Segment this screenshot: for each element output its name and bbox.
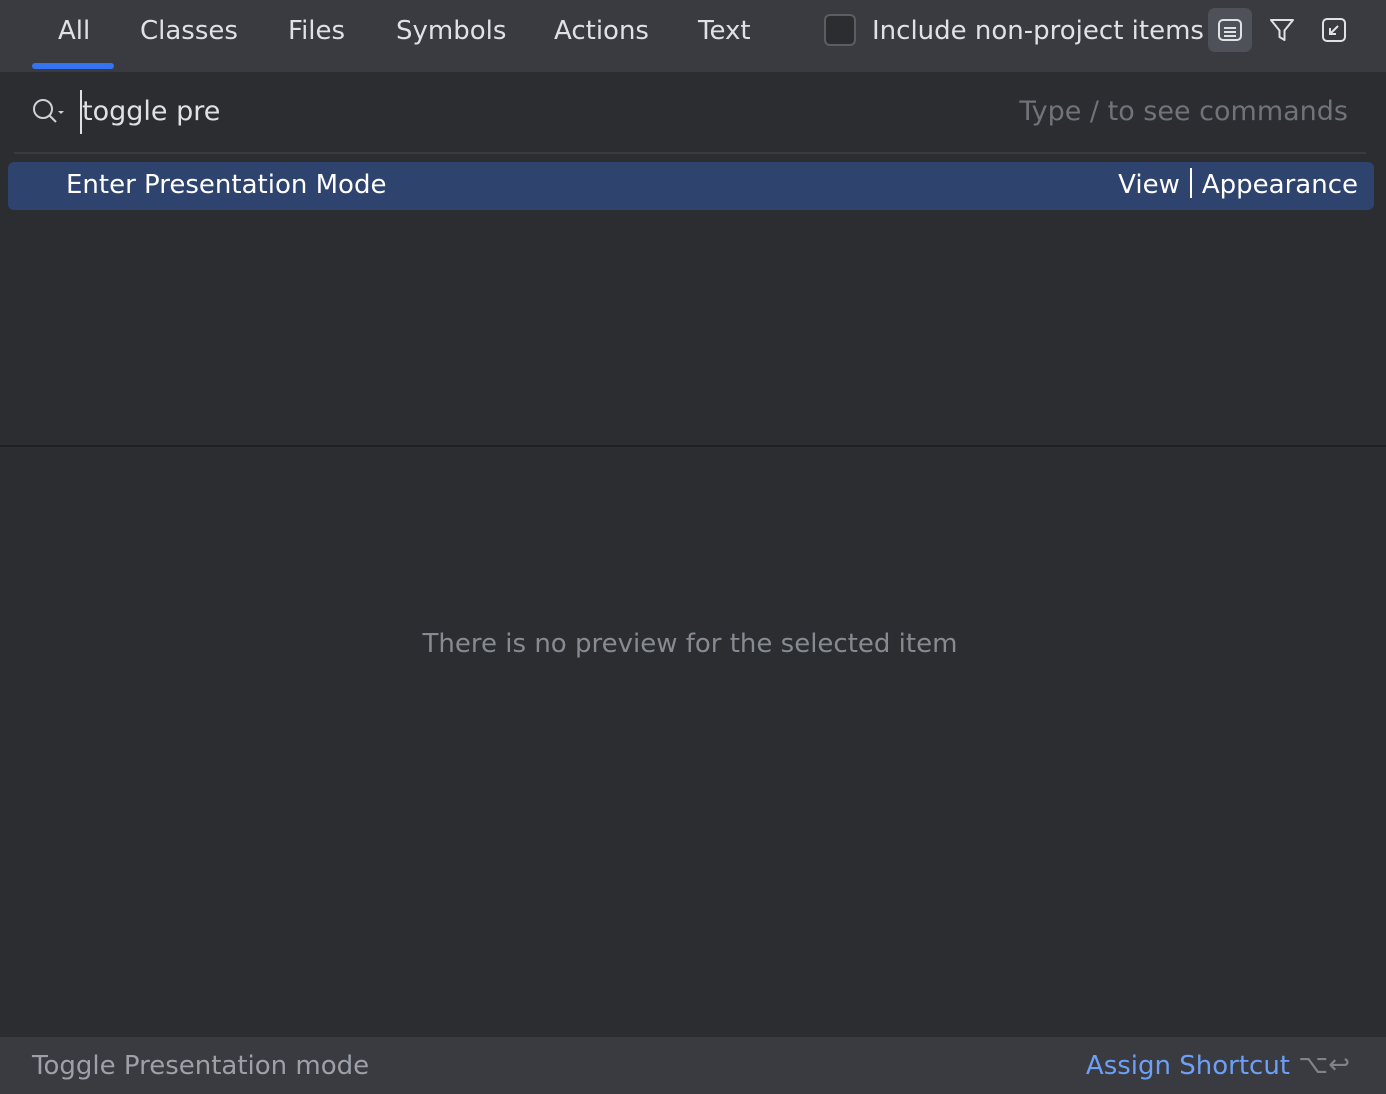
active-tab-indicator <box>32 63 114 69</box>
location-subgroup: Appearance <box>1202 170 1358 200</box>
search-input[interactable]: toggle pre <box>80 90 980 134</box>
result-item-name: Enter Presentation Mode <box>66 162 386 210</box>
tab-header: All Classes Files Symbols Actions Text I… <box>0 0 1386 72</box>
include-non-project-label[interactable]: Include non-project items <box>872 0 1204 62</box>
tab-symbols[interactable]: Symbols <box>396 0 506 72</box>
tab-files[interactable]: Files <box>288 0 345 72</box>
location-separator <box>1190 168 1192 198</box>
search-divider <box>14 152 1366 154</box>
preview-panel-icon <box>1216 16 1244 44</box>
search-row: toggle pre Type / to see commands <box>0 72 1386 152</box>
tab-all[interactable]: All <box>58 0 90 72</box>
search-icon[interactable] <box>30 96 70 128</box>
preview-toggle-button[interactable] <box>1208 8 1252 52</box>
tab-text[interactable]: Text <box>698 0 751 72</box>
search-everywhere-popup: All Classes Files Symbols Actions Text I… <box>0 0 1386 1094</box>
assign-shortcut-link[interactable]: Assign Shortcut <box>1086 1037 1290 1094</box>
filter-icon <box>1268 16 1296 44</box>
search-hint: Type / to see commands <box>1019 90 1348 134</box>
action-description: Toggle Presentation mode <box>32 1037 369 1094</box>
open-in-tool-window-icon <box>1320 16 1348 44</box>
location-group: View <box>1118 170 1180 200</box>
tab-classes[interactable]: Classes <box>140 0 238 72</box>
open-in-tool-window-button[interactable] <box>1312 8 1356 52</box>
preview-empty-message: There is no preview for the selected ite… <box>0 629 1380 659</box>
status-footer: Toggle Presentation mode Assign Shortcut… <box>0 1037 1386 1094</box>
result-item-location: View Appearance <box>1118 162 1358 210</box>
include-non-project-checkbox[interactable] <box>824 14 856 46</box>
filter-button[interactable] <box>1260 8 1304 52</box>
tab-actions[interactable]: Actions <box>554 0 649 72</box>
shortcut-keys-hint: ⌥↩ <box>1298 1037 1350 1094</box>
preview-pane: There is no preview for the selected ite… <box>0 447 1386 1037</box>
result-item-enter-presentation-mode[interactable]: Enter Presentation Mode View Appearance <box>8 162 1374 210</box>
